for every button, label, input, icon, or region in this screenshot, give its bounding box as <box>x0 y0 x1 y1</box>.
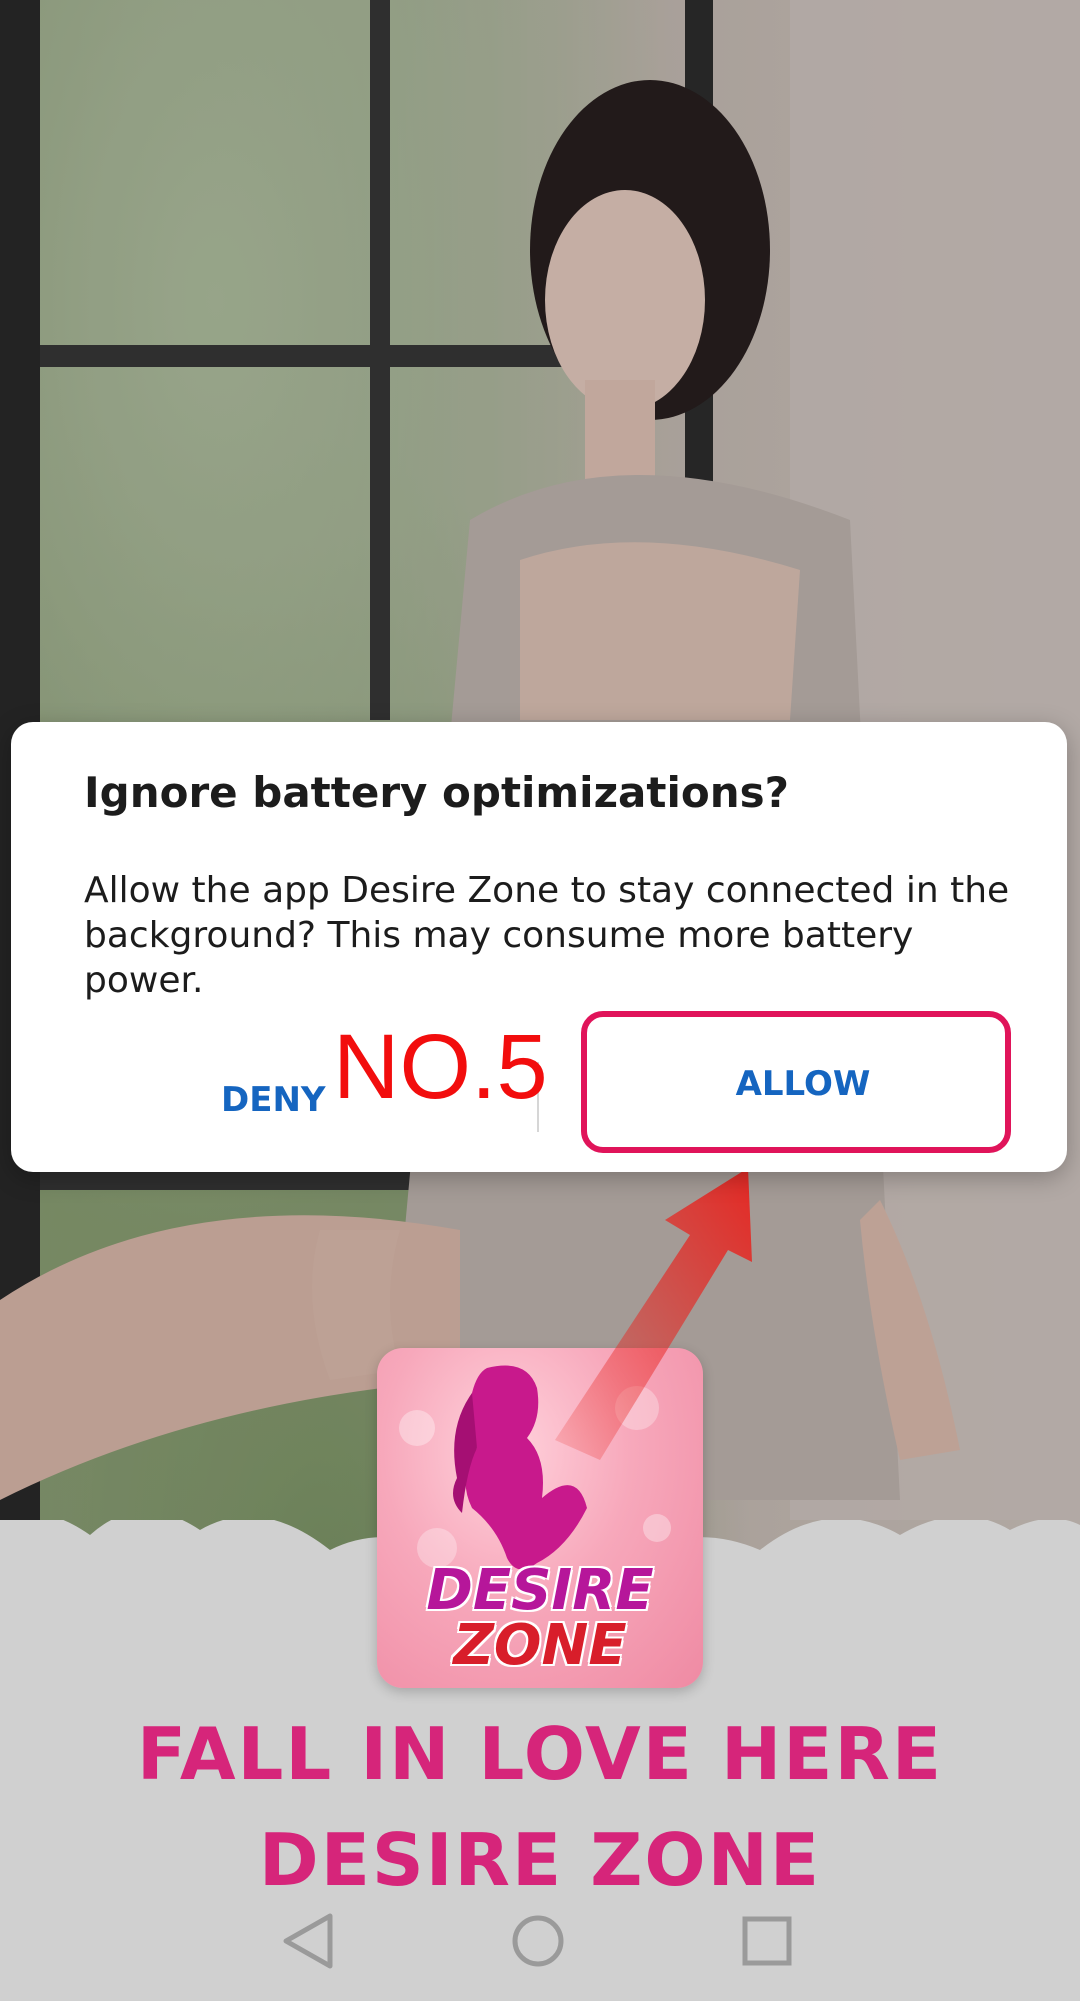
home-icon[interactable] <box>503 1906 573 1976</box>
allow-highlight-box <box>581 1011 1011 1153</box>
step-label: NO.5 <box>333 1016 548 1118</box>
screen: FALL IN LOVE HERE DESIRE ZONE DESIRE ZON… <box>0 0 1080 2001</box>
back-icon[interactable] <box>272 1906 342 1976</box>
dialog-title: Ignore battery optimizations? <box>84 768 789 817</box>
dialog-message: Allow the app Desire Zone to stay connec… <box>84 870 1010 1001</box>
recents-icon[interactable] <box>732 1906 802 1976</box>
navigation-bar <box>0 1880 1080 2001</box>
